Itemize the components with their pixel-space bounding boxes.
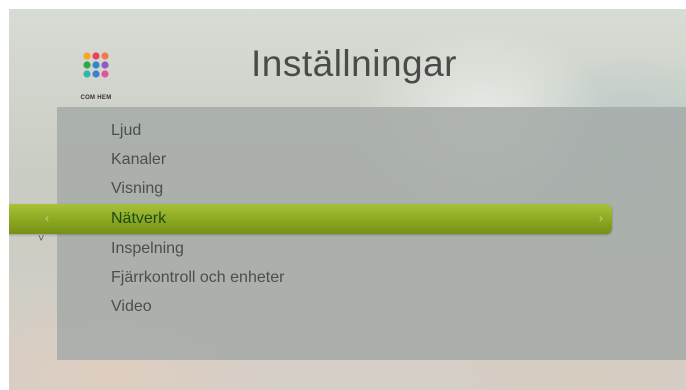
menu-item-kanaler[interactable]: Kanaler <box>111 150 166 170</box>
tv-screen: COM HEM Inställningar ‹ › ˅ Ljud Kanaler… <box>9 9 686 390</box>
chevron-left-icon[interactable]: ‹ <box>45 211 49 225</box>
chevron-down-icon[interactable]: ˅ <box>38 233 44 245</box>
menu-item-video[interactable]: Video <box>111 297 152 317</box>
selection-highlight[interactable] <box>9 204 612 234</box>
logo-text: COM HEM <box>80 95 112 101</box>
menu-item-natverk[interactable]: Nätverk <box>111 209 166 229</box>
dot-grid-logo-icon <box>83 52 109 78</box>
menu-item-fjarrkontroll[interactable]: Fjärrkontroll och enheter <box>111 268 284 288</box>
chevron-right-icon[interactable]: › <box>599 211 603 225</box>
menu-item-ljud[interactable]: Ljud <box>111 121 141 141</box>
com-hem-logo: COM HEM <box>73 51 133 105</box>
menu-item-visning[interactable]: Visning <box>111 179 163 199</box>
menu-item-inspelning[interactable]: Inspelning <box>111 239 184 259</box>
page-title: Inställningar <box>250 43 457 84</box>
